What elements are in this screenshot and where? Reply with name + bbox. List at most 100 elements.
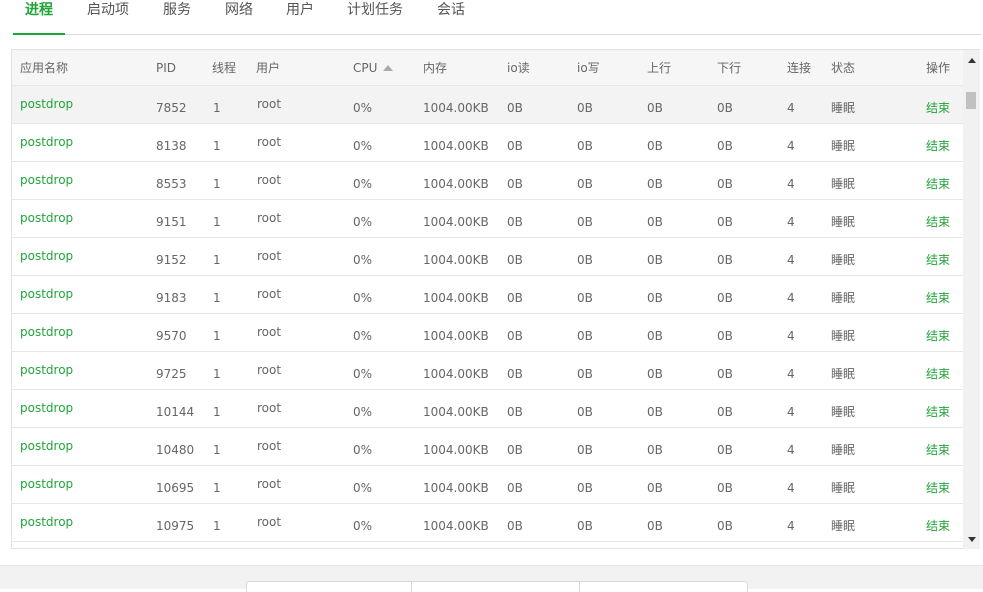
table-body: postdrop 7852 1 root 0% 1004.00KB 0B 0B 0B 0B 4 睡眠结… bbox=[12, 86, 964, 548]
end-process-button[interactable]: 结束 bbox=[926, 480, 950, 496]
upload-cell: 0B bbox=[647, 177, 663, 191]
table-row[interactable]: postdrop 10480 1 root 0% 1004.00KB 0B 0B 0B 0B 4 睡眠… bbox=[12, 428, 964, 466]
download-cell: 0B bbox=[717, 215, 733, 229]
col-header-pid[interactable]: PID bbox=[156, 50, 176, 86]
io-read-cell: 0B bbox=[507, 177, 523, 191]
io-write-cell: 0B bbox=[577, 519, 593, 533]
status-cell: 睡眠 bbox=[831, 291, 856, 305]
download-cell: 0B bbox=[717, 177, 733, 191]
io-write-cell: 0B bbox=[577, 291, 593, 305]
cpu-cell: 0% bbox=[353, 177, 373, 191]
pagination-bar bbox=[246, 581, 748, 592]
status-cell: 睡眠 bbox=[831, 443, 856, 457]
col-header-connections[interactable]: 连接 bbox=[787, 50, 811, 86]
io-write-cell: 0B bbox=[577, 253, 593, 267]
table-row[interactable]: postdrop 8138 1 root 0% 1004.00KB 0B 0B 0B 0B 4 睡眠 结… bbox=[12, 124, 964, 162]
col-header-memory[interactable]: 内存 bbox=[423, 50, 447, 86]
cpu-cell: 0% bbox=[353, 367, 373, 381]
sort-ascending-icon[interactable] bbox=[383, 65, 394, 71]
end-process-button[interactable]: 结束 bbox=[926, 138, 950, 154]
upload-cell: 0B bbox=[647, 329, 663, 343]
memory-cell: 1004.00KB bbox=[423, 367, 489, 381]
pid-cell: 10695 bbox=[156, 481, 195, 495]
scroll-down-arrow-icon[interactable] bbox=[968, 537, 976, 542]
table-row[interactable]: postdrop 8553 1 root 0% 1004.00KB 0B 0B 0B 0B 4 睡眠 结… bbox=[12, 162, 964, 200]
table-row[interactable]: postdrop 10975 1 root 0% 1004.00KB 0B 0B 0B 0B 4 睡眠… bbox=[12, 504, 964, 542]
tab-scheduled-tasks[interactable]: 计划任务 bbox=[347, 0, 403, 34]
scrollbar-thumb[interactable] bbox=[966, 92, 976, 109]
status-cell: 睡眠 bbox=[831, 481, 856, 495]
process-table: 应用名称 PID 线程 用户 CPU 内存 io读 io写 上行 下行 连接 状… bbox=[11, 49, 980, 549]
upload-cell: 0B bbox=[647, 481, 663, 495]
tab-users[interactable]: 用户 bbox=[286, 0, 314, 34]
user-cell: root bbox=[257, 287, 282, 301]
end-process-button[interactable]: 结束 bbox=[926, 252, 950, 268]
col-header-cpu[interactable]: CPU bbox=[353, 50, 394, 86]
upload-cell: 0B bbox=[647, 367, 663, 381]
table-row[interactable]: postdrop 10695 1 root 0% 1004.00KB 0B 0B 0B 0B 4 睡眠… bbox=[12, 466, 964, 504]
memory-cell: 1004.00KB bbox=[423, 329, 489, 343]
table-row[interactable]: postdrop 9183 1 root 0% 1004.00KB 0B 0B 0B 0B 4 睡眠 结… bbox=[12, 276, 964, 314]
process-name: postdrop bbox=[20, 325, 74, 339]
user-cell: root bbox=[257, 173, 282, 187]
tab-sessions[interactable]: 会话 bbox=[437, 0, 465, 34]
col-header-upload[interactable]: 上行 bbox=[647, 50, 671, 86]
threads-cell: 1 bbox=[213, 253, 221, 267]
end-process-button[interactable]: 结束 bbox=[926, 100, 950, 116]
download-cell: 0B bbox=[717, 253, 733, 267]
download-cell: 0B bbox=[717, 139, 733, 153]
connections-cell: 4 bbox=[787, 253, 795, 267]
tab-processes[interactable]: 进程 bbox=[13, 0, 65, 35]
end-process-button[interactable]: 结束 bbox=[926, 404, 950, 420]
col-header-threads[interactable]: 线程 bbox=[212, 50, 236, 86]
col-header-action: 操作 bbox=[926, 61, 951, 75]
end-process-button[interactable]: 结束 bbox=[926, 214, 950, 230]
col-header-name[interactable]: 应用名称 bbox=[20, 50, 68, 86]
threads-cell: 1 bbox=[213, 291, 221, 305]
user-cell: root bbox=[257, 211, 282, 225]
tab-startup[interactable]: 启动项 bbox=[87, 0, 129, 34]
download-cell: 0B bbox=[717, 291, 733, 305]
upload-cell: 0B bbox=[647, 101, 663, 115]
end-process-button[interactable]: 结束 bbox=[926, 442, 950, 458]
process-name: postdrop bbox=[20, 287, 74, 301]
table-row[interactable]: postdrop 9725 1 root 0% 1004.00KB 0B 0B 0B 0B 4 睡眠 结… bbox=[12, 352, 964, 390]
scroll-up-arrow-icon[interactable] bbox=[968, 58, 976, 63]
io-write-cell: 0B bbox=[577, 101, 593, 115]
download-cell: 0B bbox=[717, 481, 733, 495]
io-read-cell: 0B bbox=[507, 405, 523, 419]
end-process-button[interactable]: 结束 bbox=[926, 290, 950, 306]
io-write-cell: 0B bbox=[577, 367, 593, 381]
end-process-button[interactable]: 结束 bbox=[926, 328, 950, 344]
pagination-segment[interactable] bbox=[247, 582, 412, 592]
pagination-segment[interactable] bbox=[412, 582, 580, 592]
table-row[interactable]: postdrop 9570 1 root 0% 1004.00KB 0B 0B 0B 0B 4 睡眠 结… bbox=[12, 314, 964, 352]
process-name: postdrop bbox=[20, 135, 74, 149]
connections-cell: 4 bbox=[787, 481, 795, 495]
table-row[interactable]: postdrop 9151 1 root 0% 1004.00KB 0B 0B 0B 0B 4 睡眠 结… bbox=[12, 200, 964, 238]
table-row[interactable]: postdrop 7852 1 root 0% 1004.00KB 0B 0B 0B 0B 4 睡眠 结… bbox=[12, 86, 964, 124]
vertical-scrollbar[interactable] bbox=[963, 50, 980, 549]
end-process-button[interactable]: 结束 bbox=[926, 176, 950, 192]
end-process-button[interactable]: 结束 bbox=[926, 366, 950, 382]
table-row[interactable]: postdrop 9152 1 root 0% 1004.00KB 0B 0B 0B 0B 4 睡眠 结… bbox=[12, 238, 964, 276]
table-header: 应用名称 PID 线程 用户 CPU 内存 io读 io写 上行 下行 连接 状… bbox=[12, 50, 964, 86]
col-header-io-write[interactable]: io写 bbox=[577, 50, 600, 86]
col-header-user[interactable]: 用户 bbox=[256, 50, 280, 86]
threads-cell: 1 bbox=[213, 367, 221, 381]
col-header-download[interactable]: 下行 bbox=[717, 50, 741, 86]
cpu-cell: 0% bbox=[353, 139, 373, 153]
tab-services[interactable]: 服务 bbox=[163, 0, 191, 34]
memory-cell: 1004.00KB bbox=[423, 443, 489, 457]
upload-cell: 0B bbox=[647, 405, 663, 419]
memory-cell: 1004.00KB bbox=[423, 101, 489, 115]
col-header-status[interactable]: 状态 bbox=[831, 50, 855, 86]
memory-cell: 1004.00KB bbox=[423, 405, 489, 419]
memory-cell: 1004.00KB bbox=[423, 253, 489, 267]
threads-cell: 1 bbox=[213, 101, 221, 115]
tab-network[interactable]: 网络 bbox=[225, 0, 253, 34]
upload-cell: 0B bbox=[647, 253, 663, 267]
end-process-button[interactable]: 结束 bbox=[926, 518, 950, 534]
table-row[interactable]: postdrop 10144 1 root 0% 1004.00KB 0B 0B 0B 0B 4 睡眠… bbox=[12, 390, 964, 428]
col-header-io-read[interactable]: io读 bbox=[507, 50, 530, 86]
